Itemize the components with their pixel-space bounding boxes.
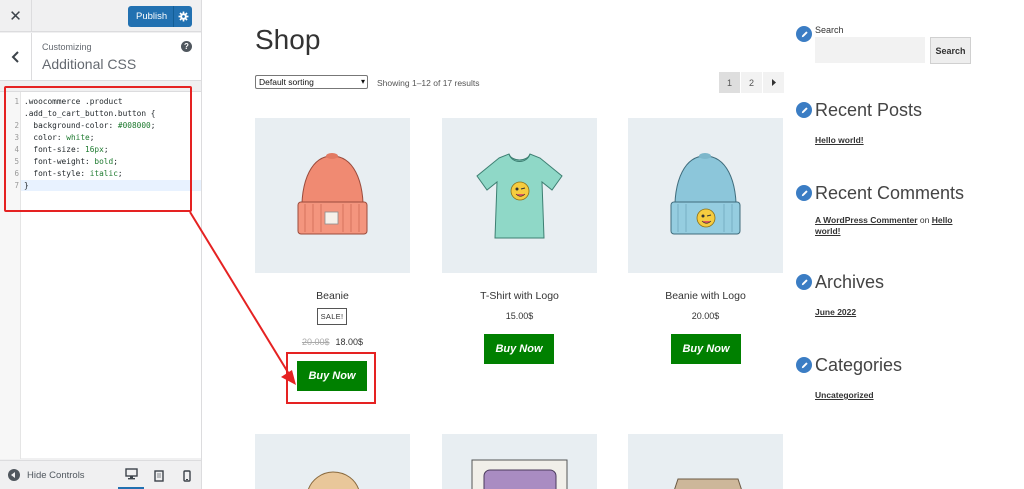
edit-pencil-icon[interactable] (796, 274, 812, 290)
comment-author-link[interactable]: A WordPress Commenter (815, 215, 918, 225)
arrow-right-icon (771, 79, 776, 86)
product-price: 20.00$ 18.00$ (255, 337, 410, 347)
edit-pencil-icon[interactable] (796, 26, 812, 42)
chevron-left-icon (11, 50, 19, 63)
recent-post-link[interactable]: Hello world! (815, 135, 864, 145)
product-price: 15.00$ (505, 311, 534, 321)
publish-button[interactable]: Publish (128, 6, 192, 27)
help-icon[interactable]: ? (181, 41, 192, 52)
pagination-page-2[interactable]: 2 (741, 72, 762, 93)
beanie-logo-image[interactable] (628, 118, 783, 273)
product-title[interactable]: Beanie with Logo (628, 290, 783, 302)
publish-separator (173, 6, 174, 27)
hide-controls-label: Hide Controls (27, 469, 85, 481)
add-to-cart-button[interactable]: Buy Now (484, 334, 554, 364)
recent-comments-title: Recent Comments (815, 183, 965, 203)
comment-post-link[interactable]: world! (815, 226, 841, 236)
customizing-label: Customizing (42, 42, 92, 52)
close-icon[interactable]: ✕ (0, 0, 32, 32)
category-link[interactable]: Uncategorized (815, 390, 874, 400)
product-image[interactable] (628, 434, 783, 489)
archive-link[interactable]: June 2022 (815, 307, 856, 317)
product-title[interactable]: T-Shirt with Logo (442, 290, 597, 302)
recent-posts-title: Recent Posts (815, 100, 923, 120)
sale-badge: SALE! (317, 308, 347, 325)
sale-price: 18.00$ (335, 337, 364, 347)
comment-post-link[interactable]: Hello (932, 215, 953, 225)
search-widget-title: Search (815, 25, 844, 35)
chevron-down-icon: ▾ (360, 77, 365, 86)
search-input[interactable] (815, 37, 925, 63)
publish-label: Publish (136, 11, 168, 22)
pagination-next[interactable] (763, 72, 784, 93)
add-to-cart-button[interactable]: Buy Now (671, 334, 741, 364)
site-preview: Shop Default sorting ▾ Showing 1–12 of 1… (203, 0, 1024, 489)
customizer-sidebar: ✕ Publish Customizing Additional CSS ? 1… (0, 0, 202, 489)
section-header: Customizing Additional CSS ? (0, 33, 201, 81)
collapse-icon (8, 469, 20, 481)
beanie-image[interactable] (255, 118, 410, 273)
pagination-page-1[interactable]: 1 (719, 72, 740, 93)
edit-pencil-icon[interactable] (796, 102, 812, 118)
page-title: Shop (255, 24, 321, 55)
sorting-selected-value: Default sorting (259, 77, 314, 87)
section-title: Additional CSS (42, 56, 137, 72)
annotation-highlight-button (286, 352, 376, 404)
product-image[interactable] (255, 434, 410, 489)
tablet-icon[interactable] (146, 461, 172, 489)
archives-title: Archives (815, 272, 885, 292)
product-price: 20.00$ (691, 311, 720, 321)
customizer-window: ✕ Publish Customizing Additional CSS ? 1… (0, 0, 1024, 489)
back-button[interactable] (0, 33, 32, 80)
recent-comment: A WordPress Commenter on Hello world! (815, 215, 975, 237)
edit-pencil-icon[interactable] (796, 357, 812, 373)
sorting-select[interactable]: Default sorting ▾ (255, 75, 368, 89)
hide-controls-button[interactable]: Hide Controls (8, 469, 85, 481)
mobile-icon[interactable] (174, 461, 200, 489)
desktop-icon[interactable] (118, 461, 144, 489)
edit-pencil-icon[interactable] (796, 185, 812, 201)
product-image[interactable] (442, 434, 597, 489)
search-button[interactable]: Search (930, 37, 971, 64)
tshirt-image[interactable] (442, 118, 597, 273)
comment-on-label: on (919, 215, 930, 225)
customizer-header: ✕ Publish (0, 0, 201, 32)
gear-icon[interactable] (178, 11, 189, 22)
result-count: Showing 1–12 of 17 results (377, 78, 480, 88)
old-price: 20.00$ (301, 337, 330, 347)
customizer-footer: Hide Controls (0, 460, 201, 489)
annotation-highlight-code (4, 86, 192, 212)
categories-title: Categories (815, 355, 903, 375)
product-title[interactable]: Beanie (255, 290, 410, 302)
